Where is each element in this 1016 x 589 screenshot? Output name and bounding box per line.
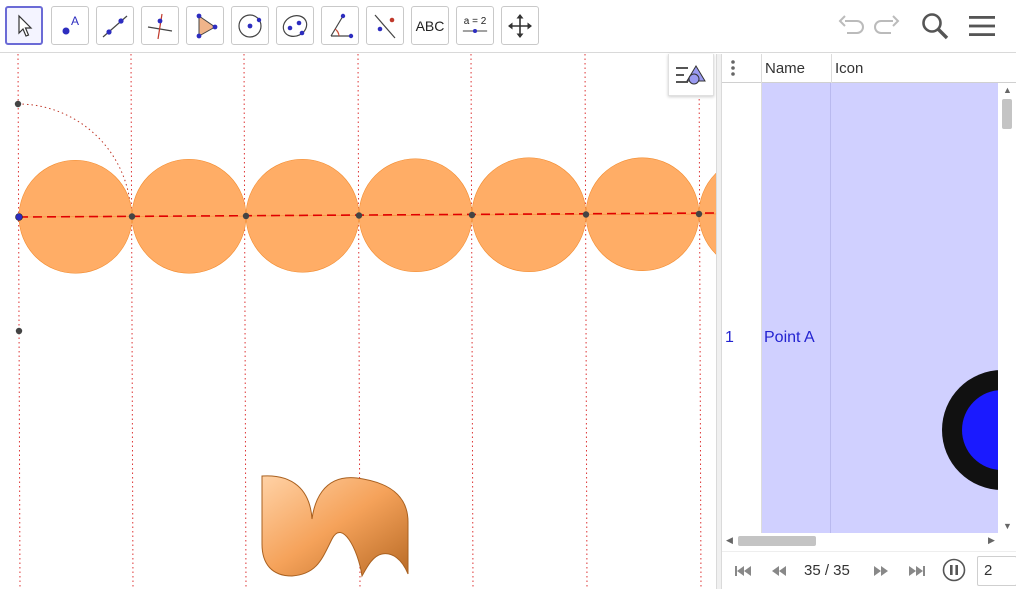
circle-center-point-icon [238, 13, 262, 38]
skip-last-button[interactable] [905, 560, 929, 582]
arc-chain-region[interactable] [18, 157, 716, 274]
scroll-down-arrow[interactable]: ▼ [1003, 521, 1012, 531]
text-icon: ABC [415, 17, 445, 34]
search-button[interactable] [917, 8, 953, 44]
reflect-line-icon [374, 14, 396, 38]
polygon-icon [196, 13, 218, 38]
arrow-cursor-icon [18, 14, 33, 37]
reflect-tool-button[interactable] [366, 6, 404, 45]
skip-last-icon [909, 566, 925, 576]
step-back-button[interactable] [767, 560, 791, 582]
geogebra-app: A ABC a = 2 Name Icon 1 Point A ▲ ▼ ◀ ▶ … [0, 0, 1016, 589]
point[interactable] [14, 100, 22, 108]
perpendicular-line-icon [147, 13, 173, 39]
table-view: Name Icon 1 Point A ▲ ▼ ◀ ▶ 35 / 35 2 [722, 54, 1016, 589]
playback-controls: 35 / 35 2 [722, 551, 1016, 589]
speed-field[interactable]: 2 [977, 556, 1016, 586]
point[interactable] [355, 212, 363, 219]
step-back-icon [772, 566, 786, 576]
point-tool-label: A [71, 14, 79, 28]
step-forward-button[interactable] [869, 560, 893, 582]
column-header-icon[interactable]: Icon [831, 54, 1001, 83]
skip-first-icon [735, 566, 751, 576]
line-icon [102, 15, 128, 37]
style-bar-toggle-icon [676, 64, 706, 84]
row-header-column [722, 83, 762, 533]
point[interactable] [695, 210, 703, 218]
undo-icon [838, 15, 864, 34]
pause-icon[interactable] [942, 558, 966, 582]
main-menu-button[interactable] [964, 8, 1000, 44]
graphics-view[interactable] [0, 54, 716, 589]
point[interactable] [128, 213, 136, 220]
circle-tool-button[interactable] [231, 6, 269, 45]
search-icon [922, 13, 949, 40]
cell-point-name[interactable]: Point A [764, 329, 815, 347]
move-view-icon [508, 13, 532, 38]
hamburger-menu-icon [969, 16, 995, 36]
step-forward-icon [874, 566, 888, 576]
line-tool-button[interactable] [96, 6, 134, 45]
perpendicular-tool-button[interactable] [141, 6, 179, 45]
toolbar: A ABC a = 2 [0, 0, 1016, 53]
horizontal-scrollbar[interactable]: ◀ ▶ [722, 533, 1016, 549]
slider-tool-button[interactable]: a = 2 [456, 6, 494, 45]
point[interactable] [242, 212, 250, 220]
scroll-up-arrow[interactable]: ▲ [1003, 85, 1012, 95]
vertical-scroll-thumb[interactable] [1002, 99, 1012, 129]
point[interactable] [15, 327, 23, 335]
ellipse-tool-button[interactable] [276, 6, 314, 45]
column-separator [830, 83, 831, 533]
s-shape-image[interactable] [261, 475, 409, 578]
undo-button[interactable] [833, 8, 869, 44]
slider-tool-label: a = 2 [463, 16, 487, 27]
row-number[interactable]: 1 [725, 329, 734, 347]
move-tool-button[interactable] [5, 6, 43, 45]
point[interactable] [582, 211, 590, 218]
scroll-left-arrow[interactable]: ◀ [726, 535, 733, 546]
point[interactable] [468, 211, 476, 219]
angle-icon [330, 13, 354, 38]
horizontal-scroll-thumb[interactable] [738, 536, 816, 546]
move-graphics-tool-button[interactable] [501, 6, 539, 45]
step-counter: 35 / 35 [804, 562, 850, 579]
text-tool-button[interactable]: ABC [411, 6, 449, 45]
table-header: Name Icon [722, 54, 1016, 83]
point-a[interactable] [15, 213, 23, 221]
point-tool-button[interactable]: A [51, 6, 89, 45]
point-icon: A [62, 14, 79, 34]
ellipse-icon [282, 14, 308, 37]
column-header-name[interactable]: Name [761, 54, 831, 83]
scroll-right-arrow[interactable]: ▶ [988, 535, 995, 546]
style-bar-toggle-button[interactable] [668, 54, 714, 96]
skip-first-button[interactable] [731, 560, 755, 582]
redo-button[interactable] [869, 8, 905, 44]
redo-icon [874, 15, 900, 34]
more-vertical-icon[interactable] [730, 59, 736, 77]
polygon-tool-button[interactable] [186, 6, 224, 45]
slider-icon: a = 2 [461, 16, 489, 35]
geometry-canvas[interactable] [0, 54, 716, 589]
vertical-scrollbar[interactable]: ▲ ▼ [998, 83, 1016, 533]
angle-tool-button[interactable] [321, 6, 359, 45]
